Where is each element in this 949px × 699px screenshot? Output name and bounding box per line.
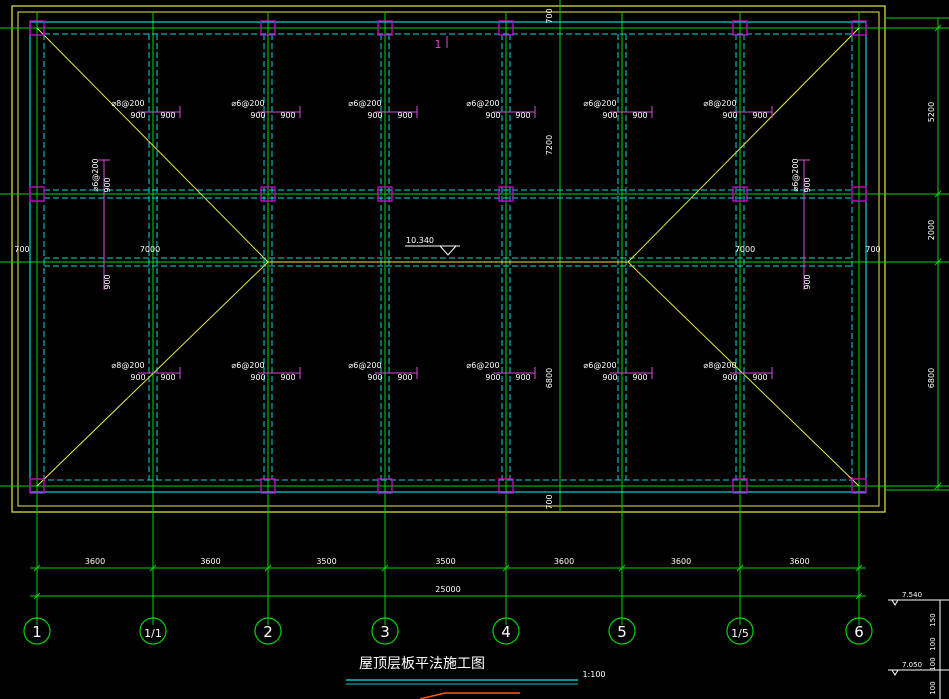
rebar_bottom-left-2: 900 [367,373,382,382]
span-dim-2: 3500 [316,557,336,566]
rebar_top-right-1: 900 [280,111,295,120]
rebar_top-left-5: 900 [722,111,737,120]
rebar_bottom-right-1: 900 [280,373,295,382]
rebar_top-spec-1: ⌀6@200 [231,99,264,108]
dim-side-left-edge: 700 [14,245,29,254]
axis-label-4: 4 [501,623,511,641]
rebar_bottom-spec-2: ⌀6@200 [348,361,381,370]
rebar_top-left-1: 900 [250,111,265,120]
rebar_top-right-5: 900 [752,111,767,120]
rebar_top-left-3: 900 [485,111,500,120]
beam-outlines [29,21,867,493]
rebar_bottom-spec-1: ⌀6@200 [231,361,264,370]
axis-label-0: 1 [32,623,42,641]
axis-grid-lines [0,0,949,625]
rebar_top-right-0: 900 [160,111,175,120]
rebar_top-right-3: 900 [515,111,530,120]
total-dim-label: 25000 [435,585,460,594]
detail-dim-3: 100 [929,681,937,694]
section-detail: 7.540 7.050 150 100 100 100 [888,591,949,699]
axis-label-6: 1/5 [731,627,749,640]
detail-elev-bottom: 7.050 [902,661,922,669]
drawing-title: 屋顶层板平法施工图 [359,656,485,672]
rebar_top-spec-3: ⌀6@200 [466,99,499,108]
span-dim-3: 3500 [435,557,455,566]
rebar-vertical-bottom-right: 900 [803,274,812,289]
rebar_bottom-spec-3: ⌀6@200 [466,361,499,370]
axis-bubbles: 1 1/1 2 3 4 5 1/5 6 [23,617,873,645]
rebar_bottom-spec-5: ⌀8@200 [703,361,736,370]
dim-side-right-inner: 7000 [735,245,755,254]
rebar_bottom-right-3: 900 [515,373,530,382]
detail-elev-top: 7.540 [902,591,922,599]
rebar_top-left-0: 900 [130,111,145,120]
elevation-mid-label: 10.340 [406,236,434,245]
dim-center-bottom: 700 [545,494,554,509]
rebar-vertical-spec-left: ⌀6@200 [91,158,100,191]
rebar_top-right-4: 900 [632,111,647,120]
span-dim-5: 3600 [671,557,691,566]
rebar_bottom-left-0: 900 [130,373,145,382]
dim-center-top: 700 [545,8,554,23]
section-mark-label: 1 [435,38,442,51]
dim-side-left-inner: 7000 [140,245,160,254]
rebar_top-spec-2: ⌀6@200 [348,99,381,108]
rebar_bottom-left-3: 900 [485,373,500,382]
rebar_top-left-4: 900 [602,111,617,120]
rebar_bottom-right-0: 900 [160,373,175,382]
dim-center-lower: 6800 [545,368,554,388]
rebar_bottom-right-2: 900 [397,373,412,382]
dim-center-upper: 7200 [545,135,554,155]
rebar_bottom-spec-4: ⌀6@200 [583,361,616,370]
beam-outer [29,21,867,493]
outer-border [11,5,886,513]
span-dim-1: 3600 [200,557,220,566]
rebar_bottom-left-4: 900 [602,373,617,382]
axis-label-5: 5 [617,623,627,641]
rebar_bottom-right-4: 900 [632,373,647,382]
dim-side-right-edge: 700 [865,245,880,254]
axis-label-2: 2 [263,623,273,641]
detail-dim-2: 100 [929,657,937,670]
accent-stroke [419,692,520,699]
drawing-scale: 1:100 [582,670,605,679]
right-dim-2: 6800 [927,368,936,388]
rebar_top-spec-0: ⌀8@200 [111,99,144,108]
rebar-vertical-top-left: 900 [103,177,112,192]
rebar-vertical-top-right: 900 [803,177,812,192]
detail-triangle-bottom [891,669,899,676]
rebar-annotations: 1 ⌀8@200 900 900 ⌀6@200 900 900 ⌀6@200 900 900 ⌀6@… [91,36,812,382]
span-dim-4: 3600 [554,557,574,566]
elevation-triangle [438,245,458,256]
rebar_bottom-left-1: 900 [250,373,265,382]
detail-dim-1: 100 [929,637,937,650]
inner-border [17,11,880,507]
rebar-vertical-bottom-left: 900 [103,274,112,289]
span-dim-0: 3600 [85,557,105,566]
span-dim-6: 3600 [789,557,809,566]
right-dim-1: 2000 [927,220,936,240]
rebar_bottom-right-5: 900 [752,373,767,382]
rebar-vertical-spec-right: ⌀6@200 [791,158,800,191]
title-block: 屋顶层板平法施工图 1:100 [346,656,606,699]
right-dim-0: 5200 [927,102,936,122]
rebar_top-spec-4: ⌀6@200 [583,99,616,108]
drawing-border [11,5,886,513]
rebar_bottom-spec-0: ⌀8@200 [111,361,144,370]
axis-label-3: 3 [380,623,390,641]
axis-label-1: 1/1 [144,627,162,640]
rebar_top-spec-5: ⌀8@200 [703,99,736,108]
rebar_bottom-left-5: 900 [722,373,737,382]
rebar_top-left-2: 900 [367,111,382,120]
columns [29,20,867,494]
detail-triangle-top [891,599,899,606]
detail-dim-0: 150 [929,613,937,626]
rebar_top-right-2: 900 [397,111,412,120]
axis-label-7: 6 [854,623,864,641]
roof-slab-drawing: 1 ⌀8@200 900 900 ⌀6@200 900 900 ⌀6@200 900 900 ⌀6@… [0,0,949,699]
